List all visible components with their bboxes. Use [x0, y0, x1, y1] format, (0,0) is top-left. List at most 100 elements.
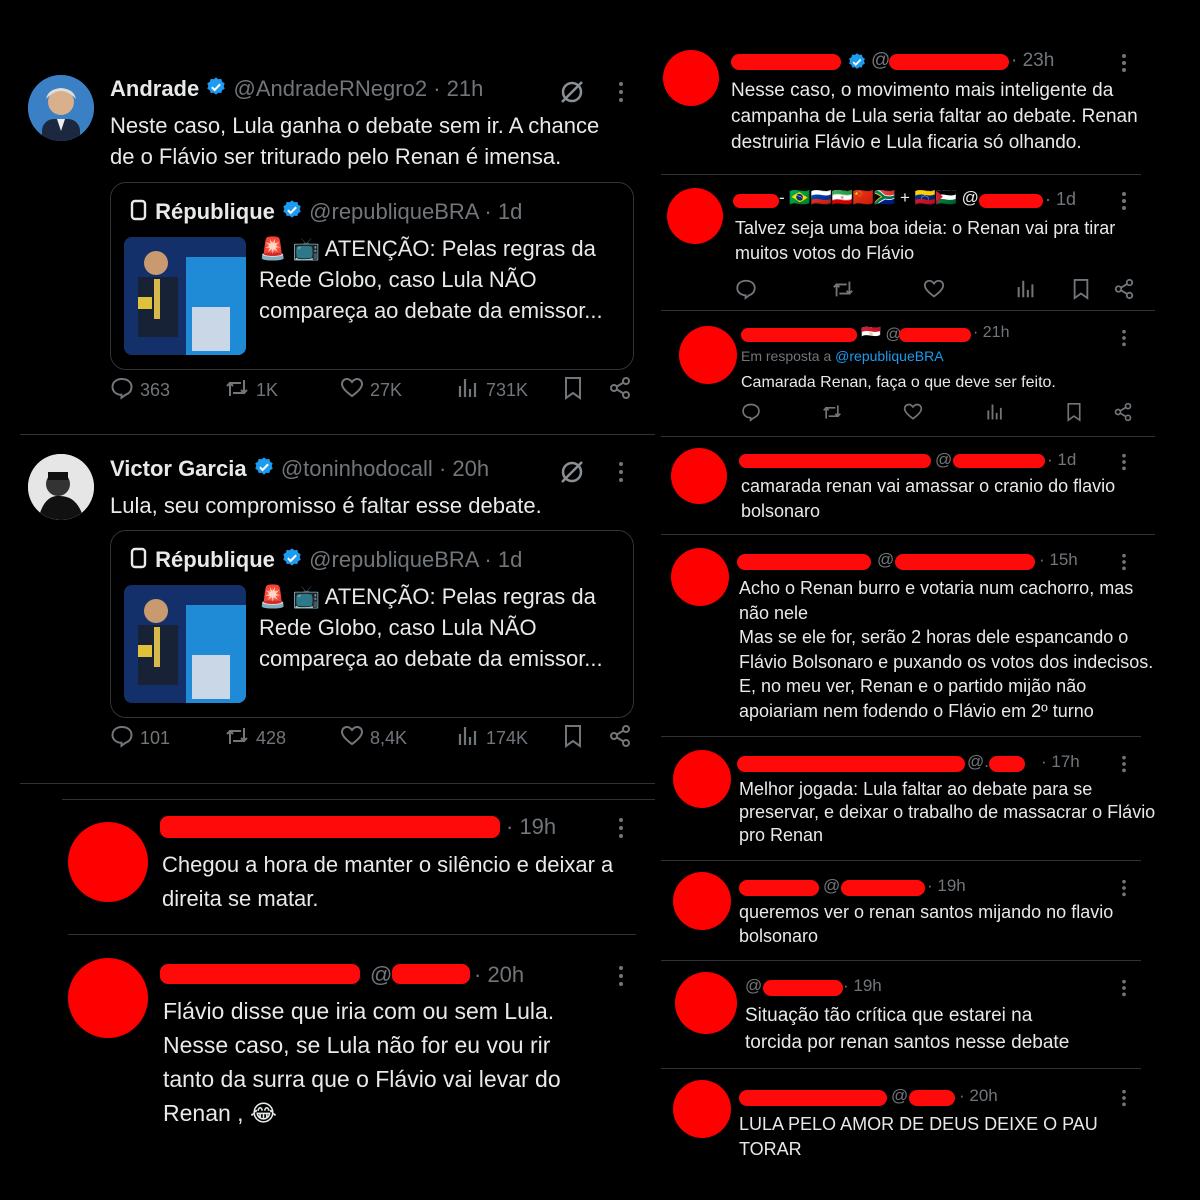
avatar-redacted[interactable]	[68, 822, 148, 902]
author-handle[interactable]: @	[891, 1086, 908, 1106]
tweet-time[interactable]: · 1d	[1045, 189, 1076, 210]
tweet-time[interactable]: · 1d	[1047, 450, 1076, 470]
avatar-redacted[interactable]	[663, 50, 719, 106]
more-options-icon[interactable]	[1121, 1088, 1127, 1113]
grok-icon[interactable]	[558, 78, 586, 111]
reply-to-link[interactable]: @republiqueBRA	[835, 348, 943, 364]
more-options-icon[interactable]	[618, 964, 624, 993]
bookmark-icon[interactable]	[562, 376, 584, 405]
author-name[interactable]: Victor Garcia	[110, 456, 247, 481]
more-options-icon[interactable]	[1121, 978, 1127, 1003]
like-button[interactable]: 27K	[340, 376, 402, 405]
quote-author-handle[interactable]: @republiqueBRA	[309, 547, 478, 572]
avatar[interactable]	[28, 75, 94, 141]
quote-author-name[interactable]: République	[155, 199, 275, 224]
reply-icon[interactable]	[735, 278, 757, 305]
reply-button[interactable]: 363	[110, 376, 170, 405]
more-options-icon[interactable]	[618, 80, 624, 109]
reply-post[interactable]: @ · 19h queremos ver o renan santos mija…	[655, 866, 1165, 958]
like-button[interactable]: 8,4K	[340, 724, 407, 753]
bookmark-icon[interactable]	[562, 724, 584, 753]
author-handle[interactable]: @toninhodocall	[281, 456, 433, 481]
avatar-redacted[interactable]	[679, 326, 737, 384]
author-handle[interactable]: @	[877, 550, 894, 570]
author-name[interactable]: Andrade	[110, 76, 199, 101]
quote-author-handle[interactable]: @republiqueBRA	[309, 199, 478, 224]
avatar-redacted[interactable]	[671, 548, 729, 606]
quote-time[interactable]: · 1d	[484, 547, 522, 572]
avatar-redacted[interactable]	[68, 958, 148, 1038]
more-options-icon[interactable]	[1121, 190, 1127, 217]
author-handle[interactable]: @	[745, 976, 762, 996]
heart-icon[interactable]	[903, 402, 923, 427]
views-icon[interactable]	[985, 402, 1005, 427]
repost-button[interactable]: 1K	[224, 376, 278, 405]
tweet-time[interactable]: · 20h	[959, 1086, 998, 1106]
repost-icon[interactable]	[831, 278, 855, 305]
avatar[interactable]	[28, 454, 94, 520]
quote-author-name[interactable]: République	[155, 547, 275, 572]
grok-icon[interactable]	[558, 458, 586, 491]
views-button[interactable]: 174K	[456, 724, 528, 753]
avatar-redacted[interactable]	[667, 188, 723, 244]
quote-thumbnail[interactable]	[124, 585, 246, 703]
reply-post[interactable]: · 19h Chegou a hora de manter o silêncio…	[20, 800, 656, 934]
more-options-icon[interactable]	[1121, 52, 1127, 79]
quoted-tweet[interactable]: République @republiqueBRA · 1d 🚨 📺 ATENÇ…	[110, 182, 634, 370]
author-handle[interactable]: @	[871, 50, 890, 72]
tweet-andrade[interactable]: Andrade @AndradeRNegro2 · 21h Neste caso…	[20, 60, 656, 436]
more-options-icon[interactable]	[1121, 328, 1127, 353]
author-handle[interactable]: @	[370, 962, 392, 988]
share-icon[interactable]	[608, 724, 632, 753]
avatar-redacted[interactable]	[671, 448, 727, 504]
tweet-time[interactable]: · 23h	[1011, 50, 1054, 72]
avatar-redacted[interactable]	[673, 750, 731, 808]
heart-icon[interactable]	[923, 278, 945, 305]
tweet-time[interactable]: · 17h	[1041, 752, 1080, 772]
more-options-icon[interactable]	[1121, 754, 1127, 779]
tweet-time[interactable]: · 19h	[927, 876, 966, 896]
tweet-time[interactable]: · 15h	[1039, 550, 1078, 570]
author-handle[interactable]: @	[935, 450, 952, 470]
share-icon[interactable]	[608, 376, 632, 405]
author-handle[interactable]: @AndradeRNegro2	[234, 76, 428, 101]
more-options-icon[interactable]	[618, 816, 624, 845]
more-options-icon[interactable]	[1121, 452, 1127, 477]
reply-post[interactable]: @ · 15h Acho o Renan burro e votaria num…	[655, 540, 1165, 732]
more-options-icon[interactable]	[618, 460, 624, 489]
avatar-redacted[interactable]	[675, 972, 737, 1034]
tweet-time[interactable]: · 21h	[973, 324, 1009, 342]
bookmark-icon[interactable]	[1071, 278, 1091, 305]
tweet-victor-garcia[interactable]: Victor Garcia @toninhodocall · 20h Lula,…	[20, 440, 656, 785]
reply-post[interactable]: @. · 17h Melhor jogada: Lula faltar ao d…	[655, 742, 1165, 858]
tweet-time[interactable]: · 19h	[506, 814, 556, 840]
tweet-time[interactable]: · 20h	[474, 962, 524, 988]
bookmark-icon[interactable]	[1065, 402, 1083, 427]
quote-time[interactable]: · 1d	[484, 199, 522, 224]
avatar-redacted[interactable]	[673, 1080, 731, 1138]
author-handle[interactable]: @	[823, 876, 840, 896]
reply-icon[interactable]	[741, 402, 761, 427]
share-icon[interactable]	[1113, 402, 1133, 427]
reply-post[interactable]: @ · 20h LULA PELO AMOR DE DEUS DEIXE O P…	[655, 1074, 1165, 1174]
tweet-time[interactable]: · 19h	[843, 976, 882, 996]
reply-post[interactable]: 🇪🇬 @ · 21h Em resposta a @republiqueBRA …	[655, 314, 1165, 432]
reply-post[interactable]: @ · 19h Situação tão crítica que estarei…	[655, 966, 1165, 1066]
reply-post[interactable]: @ · 20h Flávio disse que iria com ou sem…	[20, 936, 656, 1176]
reply-button[interactable]: 101	[110, 724, 170, 753]
more-options-icon[interactable]	[1121, 552, 1127, 577]
quoted-tweet[interactable]: République @republiqueBRA · 1d 🚨 📺 ATENÇ…	[110, 530, 634, 718]
tweet-time[interactable]: · 20h	[439, 456, 489, 481]
views-icon[interactable]	[1015, 278, 1037, 305]
views-button[interactable]: 731K	[456, 376, 528, 405]
tweet-time[interactable]: · 21h	[433, 76, 483, 101]
reply-post[interactable]: @ · 1d camarada renan vai amassar o cran…	[655, 440, 1165, 532]
share-icon[interactable]	[1113, 278, 1135, 305]
author-handle[interactable]: @.	[967, 752, 989, 772]
repost-button[interactable]: 428	[224, 724, 286, 753]
repost-icon[interactable]	[821, 402, 843, 427]
more-options-icon[interactable]	[1121, 878, 1127, 903]
avatar-redacted[interactable]	[673, 872, 731, 930]
quote-thumbnail[interactable]	[124, 237, 246, 355]
author-handle[interactable]: 🇪🇬 @	[861, 324, 902, 344]
